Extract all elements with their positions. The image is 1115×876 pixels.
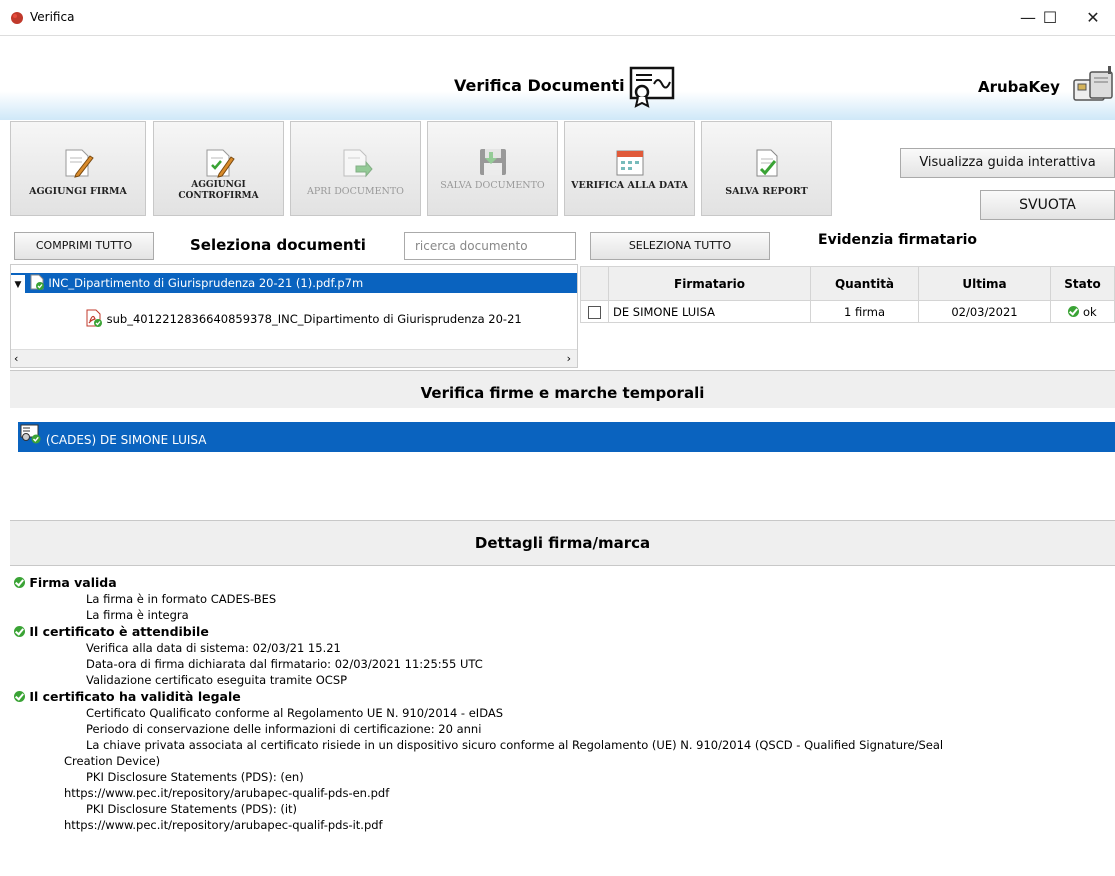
ok-check-icon xyxy=(1068,305,1080,317)
certificate-icon xyxy=(629,66,675,108)
detail-line: La firma è integra xyxy=(86,608,189,622)
tree-item-pdf[interactable]: sub_4012212836640859378_INC_Dipartimento… xyxy=(85,309,577,329)
add-signature-button[interactable]: AGGIUNGI FIRMA xyxy=(10,121,146,216)
app-logo-icon xyxy=(11,12,23,24)
column-header-status: Stato xyxy=(1050,266,1115,301)
detail-line: Verifica alla data di sistema: 02/03/21 … xyxy=(86,641,341,655)
app-header: Verifica Documenti ArubaKey xyxy=(0,56,1115,120)
signature-list[interactable]: (CADES) DE SIMONE LUISA xyxy=(10,408,1115,518)
save-document-label: SALVA DOCUMENTO xyxy=(440,180,545,191)
save-disk-icon xyxy=(479,149,506,175)
detail-line: Certificato Qualificato conforme al Rego… xyxy=(86,706,504,720)
detail-line: Creation Device) xyxy=(64,754,161,768)
open-document-button[interactable]: APRI DOCUMENTO xyxy=(290,121,421,216)
open-document-icon xyxy=(343,149,373,178)
details-section-header: Dettagli firma/marca xyxy=(10,520,1115,566)
status-cell: ok xyxy=(1050,300,1115,323)
signed-file-icon xyxy=(29,274,45,290)
status-text: ok xyxy=(1082,304,1097,319)
detail-heading: Il certificato ha validità legale xyxy=(14,689,241,705)
verify-at-date-button[interactable]: VERIFICA ALLA DATA xyxy=(564,121,695,216)
tree-horizontal-scrollbar[interactable]: ‹ › xyxy=(11,349,577,367)
add-countersignature-label: AGGIUNGI CONTROFIRMA xyxy=(178,180,259,201)
column-header-last: Ultima xyxy=(918,266,1051,301)
quantity-cell: 1 firma xyxy=(810,300,919,323)
brand-label: ArubaKey xyxy=(978,78,1060,96)
save-report-button[interactable]: SALVA REPORT xyxy=(701,121,832,216)
row-checkbox[interactable] xyxy=(588,305,601,319)
checkbox-column-header xyxy=(580,266,609,301)
report-icon xyxy=(756,149,777,177)
document-search-input[interactable] xyxy=(404,232,576,260)
select-all-button[interactable]: SELEZIONA TUTTO xyxy=(590,232,770,260)
pen-document-icon xyxy=(65,149,94,178)
detail-line: PKI Disclosure Statements (PDS): (en) xyxy=(86,770,304,784)
collapse-all-button[interactable]: COMPRIMI TUTTO xyxy=(14,232,154,260)
last-date-cell: 02/03/2021 xyxy=(918,300,1051,323)
signature-label: (CADES) DE SIMONE LUISA xyxy=(45,433,207,447)
ok-check-icon xyxy=(14,577,25,588)
header-title: Verifica Documenti xyxy=(454,76,625,95)
save-report-label: SALVA REPORT xyxy=(725,186,808,197)
ok-check-icon xyxy=(14,626,25,637)
signature-list-item[interactable]: (CADES) DE SIMONE LUISA xyxy=(18,422,1115,452)
detail-line: La chiave privata associata al certifica… xyxy=(86,738,944,752)
signature-details-panel: Firma valida La firma è in formato CADES… xyxy=(10,568,1115,868)
highlight-signer-label: Evidenzia firmatario xyxy=(818,232,978,248)
scroll-right-icon[interactable]: › xyxy=(567,350,571,367)
column-header-quantity: Quantità xyxy=(810,266,919,301)
expand-arrow-icon[interactable]: ▼ xyxy=(11,275,25,295)
detail-heading: Firma valida xyxy=(14,575,117,591)
detail-heading: Il certificato è attendibile xyxy=(14,624,209,640)
column-header-signer: Firmatario xyxy=(608,266,811,301)
add-signature-label: AGGIUNGI FIRMA xyxy=(29,186,127,197)
row-checkbox-cell xyxy=(580,300,609,323)
smartcard-reader-icon xyxy=(1073,66,1113,101)
detail-line: La firma è in formato CADES-BES xyxy=(86,592,277,606)
open-document-label: APRI DOCUMENTO xyxy=(307,186,404,197)
calendar-icon xyxy=(616,150,643,176)
interactive-guide-button[interactable]: Visualizza guida interattiva xyxy=(900,148,1115,178)
close-button[interactable]: ✕ xyxy=(1071,4,1115,32)
ok-check-icon xyxy=(14,691,25,702)
document-tree[interactable]: ▼ INC_Dipartimento di Giurisprudenza 20-… xyxy=(10,264,578,368)
table-row[interactable]: DE SIMONE LUISA 1 firma 02/03/2021 ok xyxy=(580,300,1115,323)
pdf-file-icon xyxy=(85,309,103,327)
detail-line: Periodo di conservazione delle informazi… xyxy=(86,722,482,736)
tree-item-p7m[interactable]: ▼ INC_Dipartimento di Giurisprudenza 20-… xyxy=(11,273,577,295)
detail-line: Validazione certificato eseguita tramite… xyxy=(86,673,348,687)
signer-name-cell: DE SIMONE LUISA xyxy=(608,300,811,323)
save-document-button[interactable]: SALVA DOCUMENTO xyxy=(427,121,558,216)
tree-item-label: sub_4012212836640859378_INC_Dipartimento… xyxy=(106,312,522,326)
clear-all-button[interactable]: SVUOTA xyxy=(980,190,1115,220)
detail-line: Data-ora di firma dichiarata dal firmata… xyxy=(86,657,483,671)
window-title: Verifica xyxy=(30,10,75,24)
detail-line: PKI Disclosure Statements (PDS): (it) xyxy=(86,802,298,816)
signer-table: Firmatario Quantità Ultima Stato DE SIMO… xyxy=(580,266,1115,323)
pds-link-en[interactable]: https://www.pec.it/repository/arubapec-q… xyxy=(64,786,389,802)
pds-link-it[interactable]: https://www.pec.it/repository/arubapec-q… xyxy=(64,818,383,834)
title-bar: Verifica — ☐ ✕ xyxy=(0,0,1115,36)
add-countersignature-button[interactable]: AGGIUNGI CONTROFIRMA xyxy=(153,121,284,216)
scroll-left-icon[interactable]: ‹ xyxy=(14,350,18,367)
countersign-icon xyxy=(206,149,235,178)
tree-item-label: INC_Dipartimento di Giurisprudenza 20-21… xyxy=(48,276,364,290)
select-documents-label: Seleziona documenti xyxy=(190,236,366,254)
maximize-button[interactable]: ☐ xyxy=(1028,4,1072,32)
signature-cert-icon xyxy=(20,422,42,444)
verify-at-date-label: VERIFICA ALLA DATA xyxy=(571,180,688,191)
